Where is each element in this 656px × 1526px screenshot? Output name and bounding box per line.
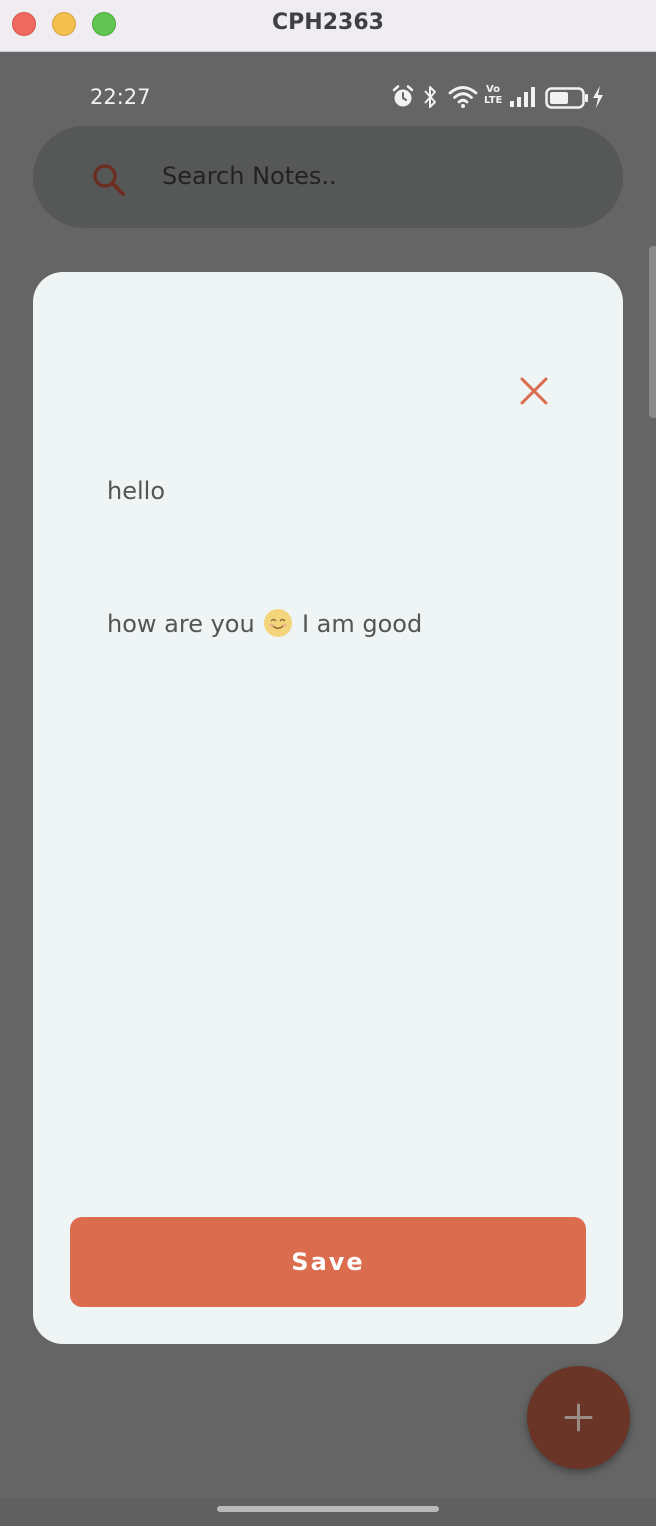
- phone-screen: 22:27 Vo LTE Search Notes.. hello how ar…: [0, 52, 656, 1526]
- note-title-field[interactable]: hello: [107, 477, 165, 505]
- plus-icon: [564, 1403, 593, 1432]
- search-bar[interactable]: Search Notes..: [33, 126, 623, 228]
- note-body-field[interactable]: how are you I am good: [107, 609, 422, 638]
- note-body-text-end: I am good: [294, 610, 423, 638]
- window-titlebar: CPH2363: [0, 0, 656, 52]
- system-nav-bar: [0, 1498, 656, 1526]
- save-button[interactable]: Save: [70, 1217, 586, 1307]
- battery-icon: [545, 87, 588, 109]
- volte-label-bottom: LTE: [484, 95, 503, 106]
- wifi-icon: [448, 86, 478, 108]
- search-icon: [93, 164, 125, 196]
- note-editor-dialog: hello how are you I am good Save: [33, 272, 623, 1344]
- add-note-button[interactable]: [527, 1366, 630, 1469]
- volte-icon: Vo LTE: [484, 84, 502, 106]
- volte-label-top: Vo: [485, 84, 501, 95]
- smiling-face-emoji-icon: [264, 609, 293, 637]
- bluetooth-icon: [424, 86, 436, 108]
- note-body-text-start: how are you: [107, 610, 263, 638]
- charging-icon: [593, 86, 603, 108]
- status-time: 22:27: [90, 85, 151, 109]
- signal-icon: [510, 87, 535, 107]
- scrollbar[interactable]: [649, 246, 656, 418]
- close-icon[interactable]: [519, 376, 549, 406]
- alarm-icon: [392, 85, 414, 107]
- home-indicator[interactable]: [217, 1506, 439, 1512]
- search-input[interactable]: Search Notes..: [162, 162, 337, 190]
- window-title: CPH2363: [272, 10, 384, 35]
